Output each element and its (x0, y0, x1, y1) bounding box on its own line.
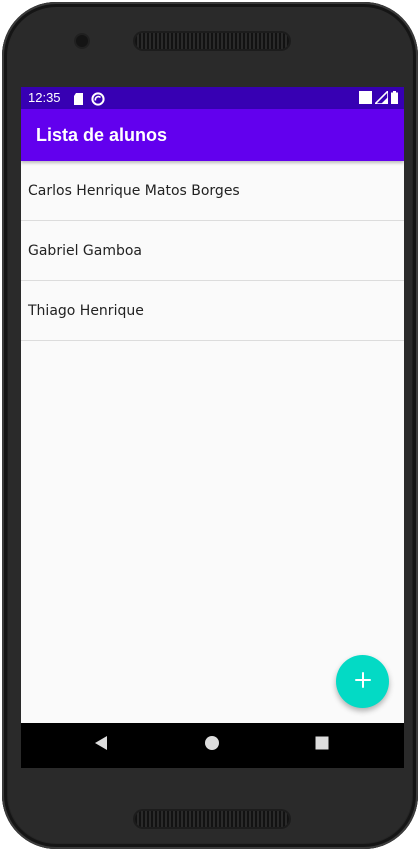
top-speaker (135, 33, 289, 49)
square-icon (359, 89, 372, 108)
list-item[interactable]: Carlos Henrique Matos Borges (21, 161, 404, 221)
list-item[interactable]: Thiago Henrique (21, 281, 404, 341)
status-time: 12:35 (28, 90, 61, 105)
page-title: Lista de alunos (36, 125, 168, 145)
list-item[interactable]: Gabriel Gamboa (21, 221, 404, 281)
student-name: Gabriel Gamboa (28, 242, 143, 259)
battery-icon (391, 89, 398, 108)
back-icon (93, 735, 109, 755)
sd-card-icon (72, 91, 86, 105)
screen: 12:35 Lista de alunos Carlos Henrique Ma… (21, 87, 404, 768)
student-name: Carlos Henrique Matos Borges (28, 182, 240, 199)
student-name: Thiago Henrique (28, 302, 144, 319)
status-bar: 12:35 (21, 87, 404, 109)
home-icon (204, 735, 220, 755)
back-button[interactable] (89, 733, 113, 757)
navigation-bar (21, 723, 404, 768)
plus-icon (354, 671, 371, 692)
home-button[interactable] (200, 733, 224, 757)
recents-button[interactable] (310, 733, 334, 757)
phone-frame: 12:35 Lista de alunos Carlos Henrique Ma… (2, 2, 418, 849)
student-list: Carlos Henrique Matos Borges Gabriel Gam… (21, 161, 404, 341)
sync-circle-icon (91, 91, 105, 106)
signal-icon (373, 88, 389, 108)
recents-icon (314, 735, 330, 755)
add-student-button[interactable] (336, 655, 389, 708)
status-icons-right (359, 88, 398, 108)
front-camera (76, 35, 88, 47)
bottom-speaker (135, 811, 289, 827)
app-bar: Lista de alunos (21, 109, 404, 161)
